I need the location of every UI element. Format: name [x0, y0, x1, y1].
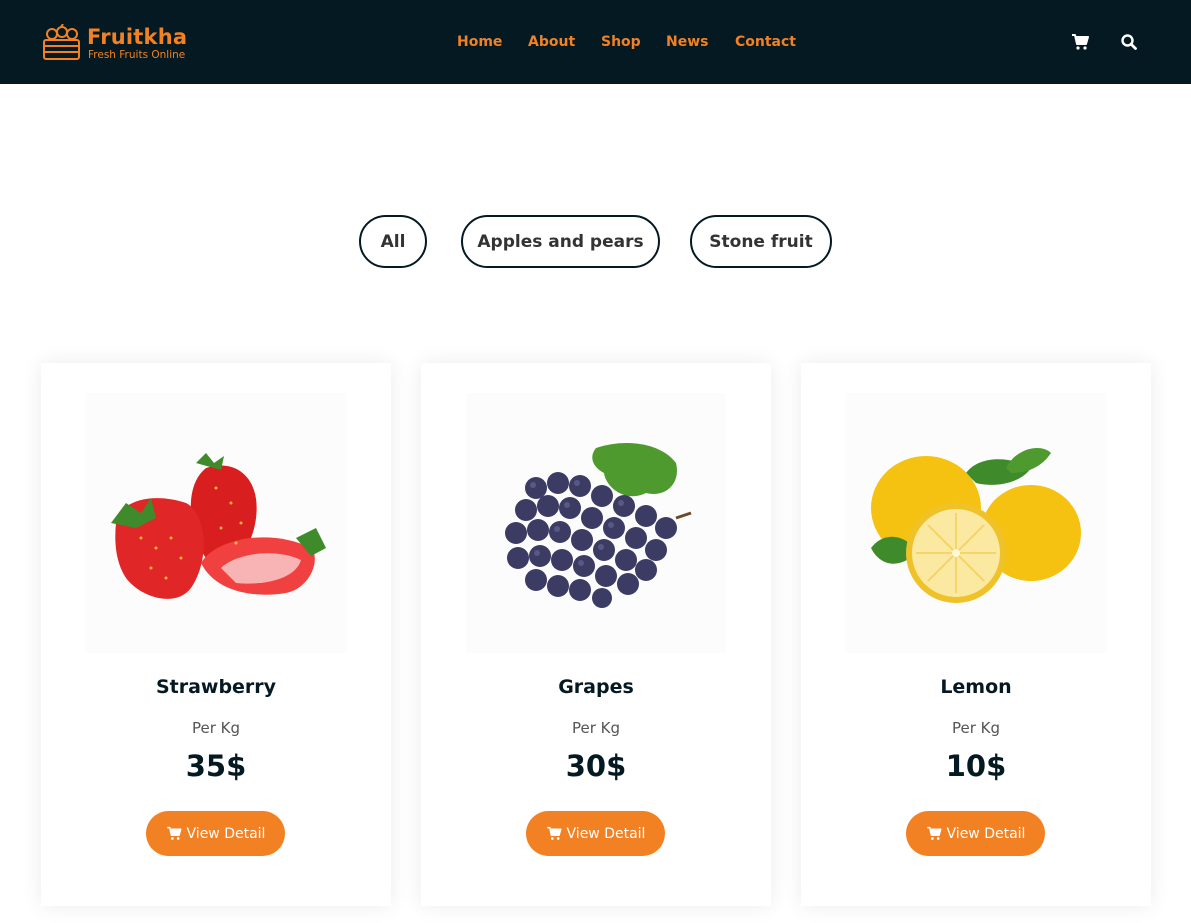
product-price: 30$ — [565, 749, 627, 783]
grapes-image[interactable] — [466, 393, 726, 653]
nav-shop[interactable]: Shop — [601, 33, 641, 51]
site-header: Fruitkha Fresh Fruits Online Home About … — [0, 0, 1191, 84]
view-detail-label: View Detail — [946, 825, 1026, 842]
product-unit: Per Kg — [191, 719, 241, 737]
product-card: Lemon Per Kg 10$ View Detail — [801, 363, 1151, 906]
view-detail-button[interactable]: View Detail — [526, 811, 665, 856]
product-name: Grapes — [558, 676, 634, 698]
product-card: Grapes Per Kg 30$ View Detail — [421, 363, 771, 906]
product-price: 35$ — [185, 749, 247, 783]
lemon-image[interactable] — [846, 393, 1106, 653]
nav-about[interactable]: About — [528, 33, 575, 51]
view-detail-label: View Detail — [186, 825, 266, 842]
cart-icon — [166, 826, 182, 840]
strawberry-image[interactable] — [86, 393, 346, 653]
product-name: Lemon — [940, 676, 1012, 698]
search-icon[interactable] — [1120, 33, 1138, 51]
view-detail-button[interactable]: View Detail — [146, 811, 285, 856]
product-unit: Per Kg — [571, 719, 621, 737]
nav-news[interactable]: News — [666, 33, 708, 51]
product-unit: Per Kg — [951, 719, 1001, 737]
nav-contact[interactable]: Contact — [735, 33, 796, 51]
view-detail-label: View Detail — [566, 825, 646, 842]
filter-apples-and-pears[interactable]: Apples and pears — [461, 215, 660, 268]
product-name: Strawberry — [155, 676, 277, 698]
cart-icon — [926, 826, 942, 840]
product-card: Strawberry Per Kg 35$ View Detail — [41, 363, 391, 906]
product-price: 10$ — [945, 749, 1007, 783]
cart-icon — [546, 826, 562, 840]
cart-icon[interactable] — [1071, 33, 1089, 51]
nav-home[interactable]: Home — [457, 33, 502, 51]
filter-all[interactable]: All — [359, 215, 427, 268]
view-detail-button[interactable]: View Detail — [906, 811, 1045, 856]
filter-stone-fruit[interactable]: Stone fruit — [690, 215, 832, 268]
main-nav: Home About Shop News Contact — [0, 0, 1191, 84]
